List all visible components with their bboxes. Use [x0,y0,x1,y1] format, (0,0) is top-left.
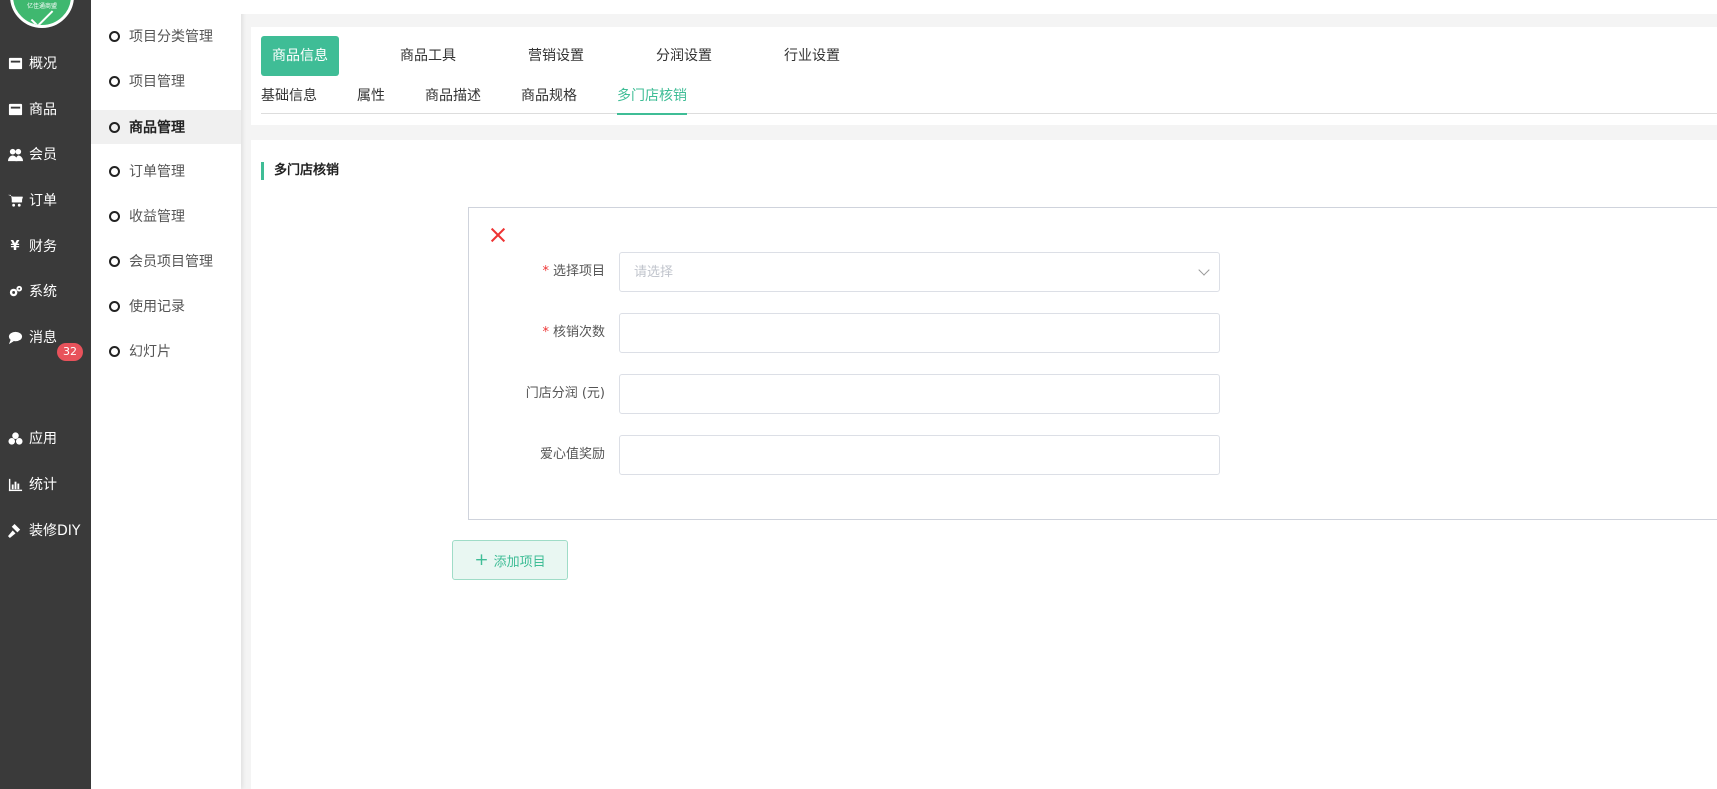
nav-label-statistics: 统计 [29,477,57,493]
nav-label-members: 会员 [29,147,57,163]
submenu-item-slides[interactable]: 幻灯片 [91,334,241,368]
submenu-label: 订单管理 [129,164,185,180]
tab-product-tools[interactable]: 商品工具 [400,36,456,76]
dashboard-icon [7,55,23,71]
add-project-label: 添加项目 [493,554,546,570]
apps-icon [7,430,23,446]
subtab-specifications[interactable]: 商品规格 [521,85,577,115]
circle-icon [109,345,120,357]
brand-logo[interactable]: 亿佳通商盟 [10,0,74,28]
users-icon [7,146,23,162]
submenu-label: 幻灯片 [129,344,171,360]
circle-icon [109,75,120,87]
form-row-store-share: 门店分润 (元) [469,374,1717,414]
nav-label-overview: 概况 [29,56,57,72]
submenu-label: 项目管理 [129,74,185,90]
nav-item-system[interactable]: 系统 [0,276,91,306]
submenu-label: 项目分类管理 [129,29,213,45]
circle-icon [109,165,120,177]
submenu-item-member-projects[interactable]: 会员项目管理 [91,244,241,278]
writeoff-count-label: * 核销次数 [542,313,605,353]
store-share-input[interactable] [619,374,1220,414]
nav-item-orders[interactable]: 订单 [0,185,91,215]
love-reward-input[interactable] [619,435,1220,475]
nav-item-overview[interactable]: 概况 [0,48,91,78]
nav-item-products[interactable]: 商品 [0,94,91,124]
tab-industry-settings[interactable]: 行业设置 [784,36,840,76]
store-share-label: 门店分润 (元) [525,386,605,401]
chat-icon [7,329,23,345]
add-project-button[interactable]: + 添加项目 [452,540,568,580]
form-row-select-project: * 选择项目 [469,252,1717,292]
nav-label-orders: 订单 [29,193,57,209]
submenu-item-usage-records[interactable]: 使用记录 [91,289,241,323]
main-nav: 亿佳通商盟 概况 商品 会员 订单 ¥ 财务 系统 消息 32 应用 统计 装修… [0,0,91,789]
nav-label-apps: 应用 [29,431,57,447]
yen-icon: ¥ [10,238,20,254]
plus-icon: + [474,549,489,570]
bar-chart-icon [7,476,23,492]
love-reward-label: 爱心值奖励 [539,447,605,462]
subtab-description[interactable]: 商品描述 [425,85,481,115]
project-item-card: *选择项目 *核销次数 门店分润 (元) 爱心值奖励 [468,207,1717,520]
subtab-attributes[interactable]: 属性 [357,85,385,115]
select-project-label-text: 选择项目 [552,264,605,279]
messages-count-badge: 32 [57,343,83,361]
nav-item-members[interactable]: 会员 [0,139,91,169]
circle-icon [109,210,120,222]
circle-icon [109,121,120,133]
main-content: 多门店核销 *选择项目 *核销次数 门店分润 (元) 爱心值奖励 + 添加项目 [251,140,1717,789]
nav-label-finance: 财务 [29,239,57,255]
required-mark: * [542,264,549,279]
product-icon [7,101,23,117]
sub-menu: 项目分类管理 项目管理 商品管理 订单管理 收益管理 会员项目管理 使用记录 幻… [91,0,241,789]
select-project-label: * 选择项目 [542,252,605,292]
circle-icon [109,30,120,42]
submenu-label: 商品管理 [129,120,185,136]
form-row-writeoff-count: * 核销次数 [469,313,1717,353]
nav-label-messages: 消息 [29,330,57,346]
cart-icon [7,192,23,208]
submenu-item-products[interactable]: 商品管理 [91,110,241,144]
nav-label-diy: 装修DIY [29,523,81,539]
hammer-icon [7,522,23,538]
tab-product-info[interactable]: 商品信息 [261,36,339,76]
circle-icon [109,255,120,267]
section-title: 多门店核销 [261,162,339,180]
submenu-item-project-categories[interactable]: 项目分类管理 [91,19,241,53]
submenu-item-orders[interactable]: 订单管理 [91,154,241,188]
submenu-item-earnings[interactable]: 收益管理 [91,199,241,233]
nav-label-system: 系统 [29,284,57,300]
submenu-label: 使用记录 [129,299,185,315]
gears-icon [7,283,23,299]
tab-marketing-settings[interactable]: 营销设置 [528,36,584,76]
submenu-label: 收益管理 [129,209,185,225]
submenu-label: 会员项目管理 [129,254,213,270]
required-mark: * [542,325,549,340]
nav-item-apps[interactable]: 应用 [0,423,91,453]
project-select[interactable] [619,252,1220,292]
nav-item-finance[interactable]: ¥ 财务 [0,231,91,261]
close-icon[interactable] [490,227,506,243]
writeoff-count-label-text: 核销次数 [552,325,605,340]
subtab-basic-info[interactable]: 基础信息 [261,85,317,115]
form-row-love-reward: 爱心值奖励 [469,435,1717,475]
nav-item-statistics[interactable]: 统计 [0,469,91,499]
tab-commission-settings[interactable]: 分润设置 [656,36,712,76]
subtab-multi-store-writeoff[interactable]: 多门店核销 [617,85,687,115]
writeoff-count-input[interactable] [619,313,1220,353]
top-bar [241,0,1717,14]
circle-icon [109,300,120,312]
tabs-panel: 商品信息 商品工具 营销设置 分润设置 行业设置 基础信息 属性 商品描述 商品… [251,27,1717,125]
nav-item-diy[interactable]: 装修DIY [0,515,91,545]
submenu-item-projects[interactable]: 项目管理 [91,64,241,98]
nav-label-products: 商品 [29,102,57,118]
